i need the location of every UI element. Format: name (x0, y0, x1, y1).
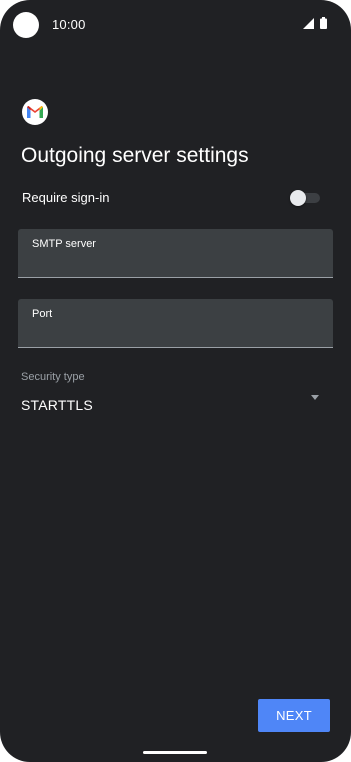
dropdown-arrow-icon (311, 395, 319, 400)
port-field[interactable]: Port (18, 299, 333, 348)
toggle-thumb (290, 190, 306, 206)
smtp-server-label: SMTP server (32, 238, 96, 250)
require-signin-label: Require sign-in (22, 190, 110, 205)
security-type-label: Security type (21, 371, 85, 383)
battery-icon (320, 17, 327, 29)
next-button[interactable]: NEXT (258, 699, 330, 732)
camera-cutout (13, 12, 39, 38)
phone-screen: 10:00 Outgoing server settings Require s… (0, 0, 351, 762)
status-bar: 10:00 (0, 0, 351, 50)
require-signin-row[interactable]: Require sign-in (22, 188, 322, 208)
page-title: Outgoing server settings (21, 144, 249, 167)
port-label: Port (32, 308, 53, 320)
security-type-dropdown[interactable]: STARTTLS (21, 392, 321, 416)
security-type-value: STARTTLS (21, 397, 93, 413)
signal-icon (303, 18, 314, 29)
navigation-handle[interactable] (143, 751, 207, 754)
smtp-server-field[interactable]: SMTP server (18, 229, 333, 278)
require-signin-toggle[interactable] (290, 190, 320, 206)
status-time: 10:00 (52, 17, 86, 32)
gmail-icon (22, 99, 48, 125)
